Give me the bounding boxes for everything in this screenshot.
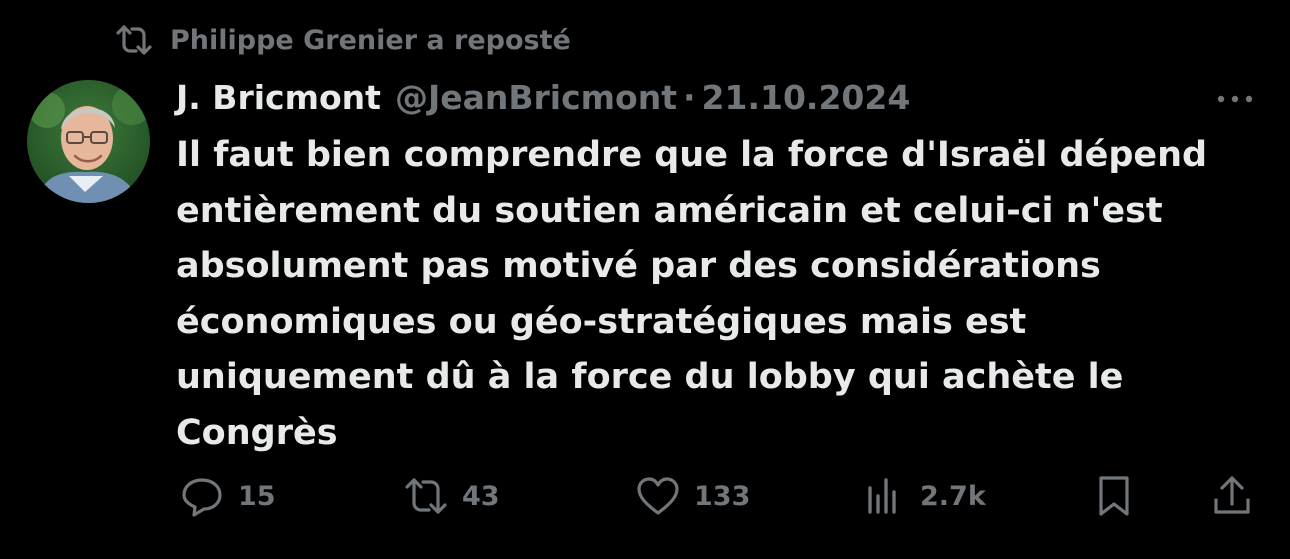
repost-label: Philippe Grenier a reposté <box>170 24 571 56</box>
repost-count: 43 <box>462 480 500 512</box>
more-button[interactable] <box>1210 80 1260 116</box>
author-handle[interactable]: @JeanBricmont <box>395 78 677 117</box>
tweet-text: Il faut bien comprendre que la force d'I… <box>176 135 1208 453</box>
tweet-date[interactable]: 21.10.2024 <box>702 78 911 117</box>
repost-indicator[interactable]: Philippe Grenier a reposté <box>112 18 571 62</box>
views-button[interactable]: 2.7k <box>860 468 986 524</box>
repost-button[interactable]: 43 <box>402 468 500 524</box>
reply-count: 15 <box>238 480 276 512</box>
avatar[interactable] <box>27 80 150 203</box>
bookmark-button[interactable] <box>1090 468 1150 524</box>
repost-action-icon <box>402 472 450 520</box>
share-icon <box>1208 472 1256 520</box>
reply-icon <box>178 472 226 520</box>
repost-icon <box>112 18 156 62</box>
like-count: 133 <box>694 480 751 512</box>
header-separator: · <box>682 77 696 117</box>
views-icon <box>860 472 908 520</box>
share-button[interactable] <box>1208 468 1268 524</box>
bookmark-icon <box>1090 472 1138 520</box>
tweet-actions: 15 43 133 2.7k <box>0 468 1290 524</box>
heart-icon <box>634 472 682 520</box>
author-name[interactable]: J. Bricmont <box>176 78 381 117</box>
views-count: 2.7k <box>920 480 986 512</box>
more-icon <box>1215 89 1255 108</box>
tweet-header: J. Bricmont @JeanBricmont · 21.10.2024 <box>176 72 910 122</box>
avatar-image <box>27 80 150 203</box>
like-button[interactable]: 133 <box>634 468 750 524</box>
reply-button[interactable]: 15 <box>178 468 276 524</box>
